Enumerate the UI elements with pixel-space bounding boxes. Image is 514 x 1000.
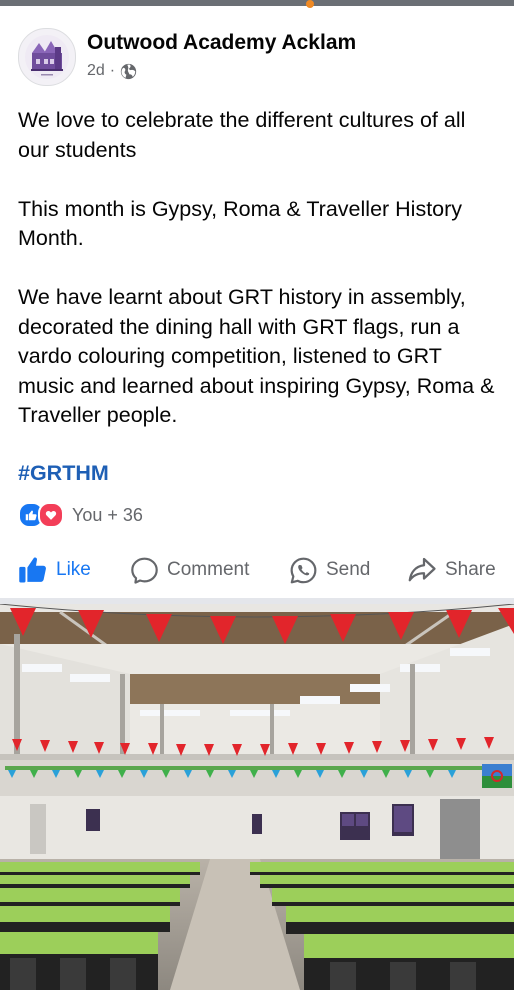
comment-icon (131, 557, 158, 584)
post-paragraph: We have learnt about GRT history in asse… (18, 285, 495, 427)
post-body: We love to celebrate the different cultu… (18, 106, 502, 460)
post-header: Outwood Academy Acklam 2d · (18, 28, 498, 88)
reaction-summary[interactable]: You + 36 (18, 502, 143, 528)
dining-hall-photo (0, 604, 514, 990)
bottom-spacer (0, 990, 514, 1000)
share-icon (408, 557, 436, 582)
like-label: Like (56, 559, 91, 580)
progress-indicator (306, 0, 314, 8)
page-avatar[interactable] (18, 28, 76, 86)
whatsapp-icon (290, 557, 317, 583)
meta-separator: · (109, 62, 116, 79)
status-progress-bar (0, 0, 514, 8)
like-button[interactable]: Like (18, 548, 91, 592)
post-paragraph: This month is Gypsy, Roma & Traveller Hi… (18, 196, 463, 251)
send-button[interactable]: Send (289, 548, 370, 592)
post-action-bar: Like Comment Send Share (0, 548, 514, 592)
post-photo[interactable] (0, 604, 514, 990)
reaction-count: You + 36 (72, 504, 143, 525)
comment-button[interactable]: Comment (130, 548, 249, 592)
post-meta: 2d · (87, 62, 137, 80)
share-label: Share (445, 559, 496, 580)
share-button[interactable]: Share (407, 548, 496, 592)
post-paragraph: We love to celebrate the different cultu… (18, 108, 466, 162)
globe-icon (120, 63, 137, 79)
love-reaction-icon (38, 502, 64, 528)
hashtag-link[interactable]: #GRTHM (18, 461, 109, 486)
school-logo-icon (25, 35, 69, 79)
comment-label: Comment (167, 559, 250, 580)
thumbs-up-icon (19, 557, 46, 583)
page-name[interactable]: Outwood Academy Acklam (87, 31, 356, 55)
send-label: Send (326, 559, 371, 580)
post-time[interactable]: 2d (87, 62, 105, 80)
